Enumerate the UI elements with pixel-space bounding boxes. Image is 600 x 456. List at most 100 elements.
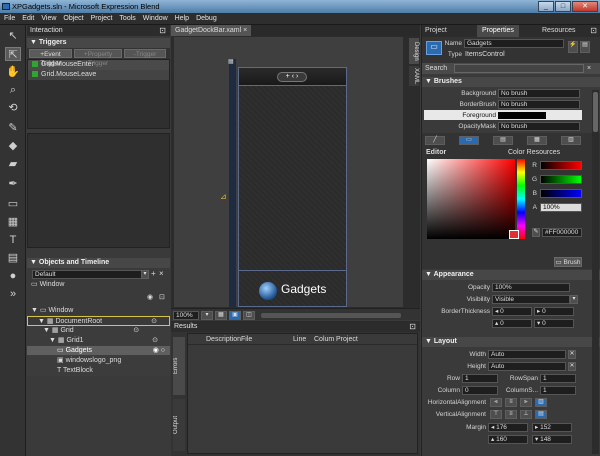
horizontal-scrollbar[interactable] — [261, 313, 401, 318]
width-auto-icon[interactable]: ✕ — [568, 350, 576, 359]
background-value[interactable]: No brush — [498, 89, 580, 98]
trigger-item[interactable]: Grid.MouseLeave — [28, 70, 169, 80]
halign-right-icon[interactable]: ⫸ — [520, 398, 532, 407]
pan-tool-icon[interactable]: ✋ — [5, 65, 21, 79]
hue-slider[interactable] — [517, 159, 525, 239]
menu-debug[interactable]: Debug — [196, 13, 217, 24]
menu-file[interactable]: File — [4, 13, 15, 24]
visibility-dropdown-icon[interactable]: ▾ — [570, 295, 578, 304]
properties-scrollbar[interactable] — [592, 90, 599, 454]
row-input[interactable]: 1 — [462, 374, 498, 383]
border-bottom[interactable]: ▾ 0 — [534, 319, 574, 328]
add-event-trigger-button[interactable]: +Event Trigger — [29, 49, 72, 67]
borderbrush-value[interactable]: No brush — [498, 100, 580, 109]
paint-bucket-tool-icon[interactable]: ◆ — [5, 139, 21, 153]
b-slider[interactable] — [540, 189, 582, 198]
margin-left[interactable]: ◂ 176 — [488, 423, 528, 432]
height-auto-icon[interactable]: ✕ — [568, 362, 576, 371]
tab-project[interactable]: Project — [425, 25, 447, 37]
pointer-tool-icon[interactable]: ↖ — [5, 29, 21, 43]
pen-tool-icon[interactable]: ✒ — [5, 177, 21, 191]
clear-search-icon[interactable]: × — [587, 63, 591, 74]
scope-row[interactable]: ▭ Window — [27, 280, 170, 290]
foreground-swatch[interactable] — [498, 112, 546, 119]
visibility-select[interactable]: Visible — [492, 295, 570, 304]
rectangle-tool-icon[interactable]: ▭ — [5, 197, 21, 211]
grid-toggle-icon[interactable]: ▦ — [215, 311, 227, 320]
margin-top[interactable]: ▴ 160 — [488, 435, 528, 444]
tree-item-textblock[interactable]: T TextBlock — [27, 366, 170, 376]
halign-left-icon[interactable]: ⫷ — [490, 398, 502, 407]
eyedropper-icon[interactable]: ✎ — [532, 228, 540, 237]
grid-lock-icon[interactable]: ⊿ — [220, 193, 227, 201]
editor-tab[interactable]: Editor — [426, 149, 446, 156]
zoom-dropdown-icon[interactable]: ▾ — [201, 311, 213, 320]
lock-all-icon[interactable]: ⊡ — [159, 293, 165, 301]
valign-bottom-icon[interactable]: ⊥ — [520, 410, 532, 419]
snap-gridlines-icon[interactable]: ▣ — [229, 311, 241, 320]
valign-stretch-icon[interactable]: ▤ — [535, 410, 547, 419]
zoom-select[interactable]: 100% — [173, 311, 199, 320]
remove-trigger-button[interactable]: -Trigger — [124, 49, 166, 58]
grid-column-bar[interactable] — [229, 59, 236, 307]
solid-brush-icon[interactable]: ▭ — [459, 136, 479, 145]
errors-tab[interactable]: Errors — [173, 337, 185, 395]
eyedropper-tool-icon[interactable]: ✎ — [5, 121, 21, 135]
valign-center-icon[interactable]: ≡ — [505, 410, 517, 419]
add-property-trigger-button[interactable]: +Property Trigger — [74, 49, 122, 67]
layout-grid-tool-icon[interactable]: ▦ — [5, 215, 21, 229]
property-view-icon[interactable]: ▤ — [580, 41, 590, 53]
brush-resources-icon[interactable]: ▥ — [561, 136, 581, 145]
pin-icon[interactable]: ⊡ — [159, 25, 166, 36]
margin-right[interactable]: ▸ 152 — [532, 423, 572, 432]
tab-close-icon[interactable]: × — [243, 27, 247, 34]
event-view-icon[interactable]: ⚡ — [568, 41, 578, 53]
height-input[interactable]: Auto — [488, 362, 566, 371]
search-input[interactable] — [454, 64, 584, 73]
menu-edit[interactable]: Edit — [22, 13, 34, 24]
valign-top-icon[interactable]: ⊤ — [490, 410, 502, 419]
menu-window[interactable]: Window — [143, 13, 168, 24]
direct-select-tool-icon[interactable]: ⇱ — [5, 47, 21, 61]
xaml-tab[interactable]: XAML — [409, 66, 419, 86]
rowspan-input[interactable]: 1 — [540, 374, 576, 383]
gadget-dock-canvas[interactable]: + ‹ › Gadgets — [238, 67, 347, 307]
brush-transform-tool-icon[interactable]: ▰ — [5, 157, 21, 171]
tile-brush-icon[interactable]: ▦ — [527, 136, 547, 145]
menu-object[interactable]: Object — [63, 13, 83, 24]
asset-library-icon[interactable]: » — [5, 287, 21, 301]
objects-timeline-header[interactable]: ▼ Objects and Timeline — [27, 258, 170, 268]
opacity-input[interactable]: 100% — [492, 283, 570, 292]
menu-help[interactable]: Help — [175, 13, 189, 24]
document-tab[interactable]: GadgetDockBar.xaml × — [171, 25, 252, 36]
margin-bottom[interactable]: ▾ 148 — [532, 435, 572, 444]
zoom-tool-icon[interactable]: ⌕ — [5, 83, 21, 97]
columnspan-input[interactable]: 1 — [540, 386, 576, 395]
tree-item-documentroot[interactable]: ▼ ▦ DocumentRoot ⊙ — [27, 316, 170, 326]
no-brush-icon[interactable]: ╱ — [425, 136, 445, 145]
width-input[interactable]: Auto — [488, 350, 566, 359]
halign-center-icon[interactable]: ≡ — [505, 398, 517, 407]
color-picker-area[interactable] — [427, 159, 515, 239]
results-pin-icon[interactable]: ⊡ — [409, 321, 416, 332]
asset-tool-icon[interactable]: ● — [5, 269, 21, 283]
timeline-dropdown-icon[interactable]: ▾ — [141, 270, 149, 279]
design-tab[interactable]: Design — [409, 38, 419, 64]
tree-item-grid1[interactable]: ▼ ▦ Grid1 ⊙ — [27, 336, 170, 346]
camera-orbit-tool-icon[interactable]: ⟲ — [5, 101, 21, 115]
maximize-button[interactable]: □ — [555, 1, 571, 12]
text-tool-icon[interactable]: T — [5, 233, 21, 247]
menu-project[interactable]: Project — [91, 13, 113, 24]
border-right[interactable]: ▸ 0 — [534, 307, 574, 316]
name-input[interactable]: Gadgets — [464, 39, 564, 48]
input-control-tool-icon[interactable]: ▤ — [5, 251, 21, 265]
add-timeline-icon[interactable]: + — [151, 269, 156, 278]
col-project[interactable]: Project — [336, 334, 358, 345]
close-button[interactable]: ✕ — [572, 1, 598, 12]
gradient-brush-icon[interactable]: ▤ — [493, 136, 513, 145]
g-slider[interactable] — [540, 175, 582, 184]
minimize-button[interactable]: _ — [538, 1, 554, 12]
color-resources-tab[interactable]: Color Resources — [508, 149, 560, 156]
menu-tools[interactable]: Tools — [119, 13, 135, 24]
brush-resource-button[interactable]: ▭ Brush — [554, 257, 582, 267]
